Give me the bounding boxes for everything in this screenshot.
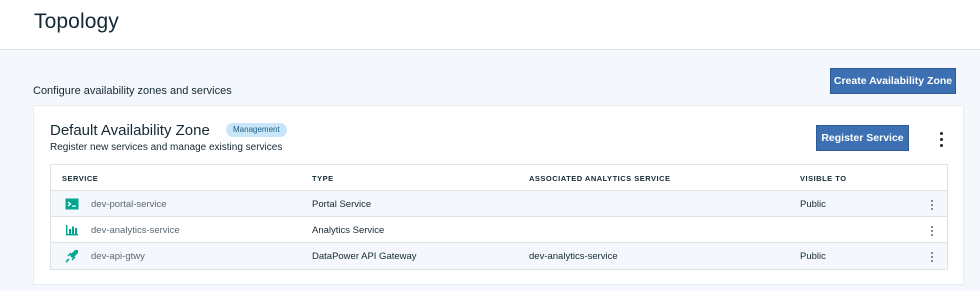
- zone-overflow-menu-icon[interactable]: [935, 130, 947, 148]
- service-type: Analytics Service: [312, 225, 385, 236]
- row-overflow-menu-icon[interactable]: [929, 251, 935, 263]
- column-header-type: TYPE: [312, 174, 334, 183]
- visible-to: Public: [800, 251, 826, 262]
- table-row: dev-api-gtwy DataPower API Gateway dev-a…: [51, 243, 947, 269]
- create-availability-zone-button[interactable]: Create Availability Zone: [830, 68, 956, 94]
- page-title: Topology: [34, 10, 119, 33]
- row-overflow-menu-icon[interactable]: [929, 225, 935, 237]
- table-header: SERVICE TYPE ASSOCIATED ANALYTICS SERVIC…: [51, 165, 947, 191]
- column-header-service: SERVICE: [62, 174, 99, 183]
- service-type: Portal Service: [312, 199, 372, 210]
- column-header-visible-to: VISIBLE TO: [800, 174, 847, 183]
- page-subtitle: Configure availability zones and service…: [33, 85, 232, 97]
- service-link[interactable]: dev-portal-service: [91, 199, 167, 210]
- management-badge: Management: [226, 123, 287, 137]
- service-link[interactable]: dev-analytics-service: [91, 225, 180, 236]
- register-service-button[interactable]: Register Service: [816, 125, 909, 151]
- table-row: dev-analytics-service Analytics Service: [51, 217, 947, 243]
- table-row: dev-portal-service Portal Service Public: [51, 191, 947, 217]
- associated-analytics: dev-analytics-service: [529, 251, 618, 262]
- visible-to: Public: [800, 199, 826, 210]
- gateway-service-icon: [65, 250, 78, 263]
- portal-service-icon: [65, 198, 79, 210]
- service-link[interactable]: dev-api-gtwy: [91, 251, 145, 262]
- analytics-service-icon: [66, 225, 78, 236]
- row-overflow-menu-icon[interactable]: [929, 199, 935, 211]
- column-header-analytics: ASSOCIATED ANALYTICS SERVICE: [529, 174, 671, 183]
- zone-title: Default Availability Zone: [50, 122, 210, 139]
- service-type: DataPower API Gateway: [312, 251, 417, 262]
- services-table: SERVICE TYPE ASSOCIATED ANALYTICS SERVIC…: [50, 164, 948, 270]
- page-header: Topology: [0, 0, 980, 50]
- zone-description: Register new services and manage existin…: [50, 142, 283, 153]
